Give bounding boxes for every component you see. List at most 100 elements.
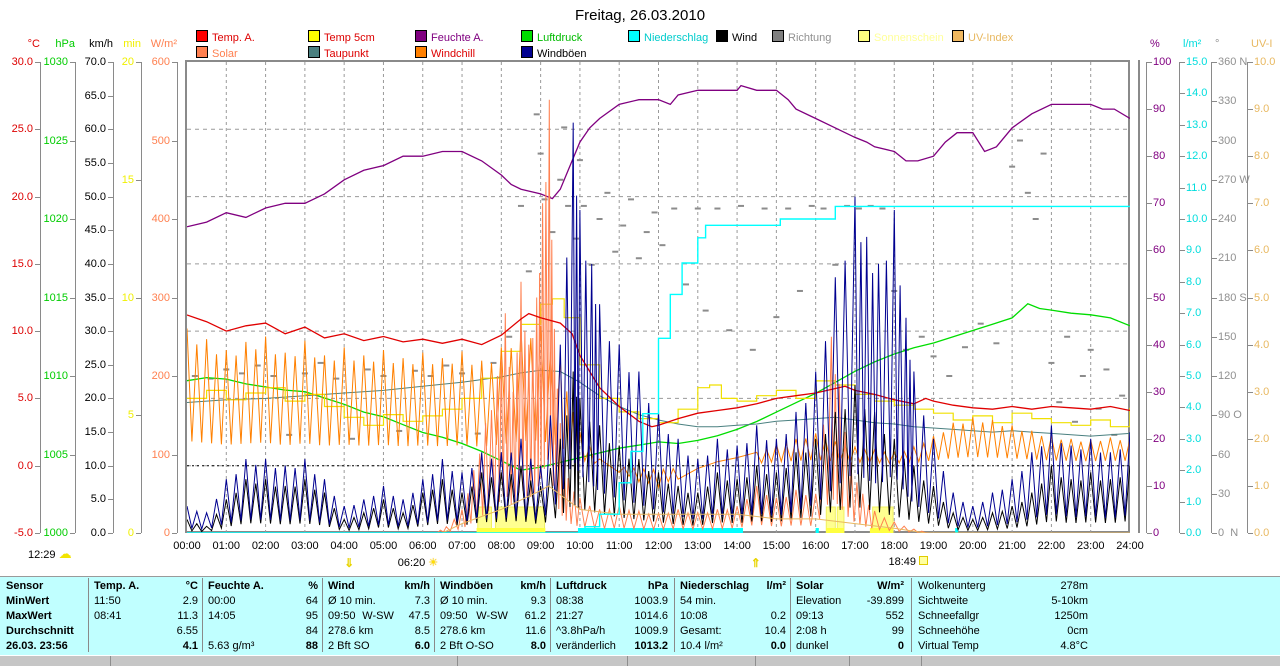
rain-strip: [816, 528, 819, 533]
direction-dash: [683, 283, 689, 285]
legend-label: Sonnenschein: [874, 32, 944, 44]
table-divider: [322, 578, 323, 652]
axis-tick: [1180, 376, 1185, 377]
axis-tick: [1180, 93, 1185, 94]
table-row-label: Durchschnitt: [6, 625, 84, 637]
table-col-header-niederschlag: Niederschlagl/m²: [680, 580, 786, 592]
legend-item-luftdruck[interactable]: Luftdruck: [521, 30, 582, 42]
axis-tick-label: 90 O: [1218, 409, 1258, 421]
axis-tick-label: 5.0: [0, 392, 33, 404]
legend-item-windb-en[interactable]: Windböen: [521, 46, 587, 58]
axis-tick: [1248, 486, 1253, 487]
cell-label: dunkel: [796, 640, 828, 652]
legend-item-niederschlag[interactable]: Niederschlag: [628, 30, 708, 42]
statusbar-divider: [627, 656, 628, 666]
cell-value: km/h: [404, 580, 430, 592]
legend-label: Feuchte A.: [431, 32, 484, 44]
direction-dash: [581, 205, 587, 207]
sunshine-strip: [477, 528, 546, 533]
direction-dash: [542, 198, 548, 200]
table-cell: 09:13552: [796, 610, 904, 622]
time-label: 23:00: [1069, 540, 1113, 552]
table-col-header-windb-en: Windböenkm/h: [440, 580, 546, 592]
axis-tick-label: 600: [135, 56, 170, 68]
moon-set-icon: ⇓: [344, 556, 354, 570]
axis-tick: [108, 264, 113, 265]
axis-tick: [35, 466, 40, 467]
info-row-schneefallgr: Schneefallgr1250m: [918, 610, 1088, 622]
time-label: 11:00: [597, 540, 641, 552]
axis-tick-label: 30: [1218, 488, 1258, 500]
axis-tick: [1147, 203, 1152, 204]
sunrise-time: 06:20: [398, 557, 426, 569]
legend-color-swatch: [308, 46, 320, 58]
axis-tick-label: 10.0: [1254, 56, 1280, 68]
table-row-label: MinWert: [6, 595, 84, 607]
info-value: 0cm: [1067, 625, 1088, 637]
axis-tick-label: 1000: [33, 527, 68, 539]
legend-item-taupunkt[interactable]: Taupunkt: [308, 46, 369, 58]
cell-value: 9.3: [531, 595, 546, 607]
axis-tick-label: 150: [1218, 331, 1258, 343]
direction-dash: [1088, 349, 1094, 351]
cell-label: Feuchte A.: [208, 580, 264, 592]
legend-item-sonnenschein[interactable]: Sonnenschein: [858, 30, 944, 42]
legend-item-solar[interactable]: Solar: [196, 46, 238, 58]
axis-tick-label: 10.0: [0, 325, 33, 337]
legend-item-richtung[interactable]: Richtung: [772, 30, 831, 42]
cell-label: 08:41: [94, 610, 122, 622]
legend-label: Windchill: [431, 48, 475, 60]
direction-dash: [797, 290, 803, 292]
axis-tick-label: 500: [135, 135, 170, 147]
axis-unit-label: W/m²: [143, 38, 177, 50]
table-divider: [88, 578, 89, 652]
axis-tick: [1248, 298, 1253, 299]
axis-tick: [1212, 298, 1217, 299]
cell-label: 00:00: [208, 595, 236, 607]
legend-item-uv-index[interactable]: UV-Index: [952, 30, 1013, 42]
table-cell: 10:080.2: [680, 610, 786, 622]
table-row-label: MaxWert: [6, 610, 84, 622]
weather-chart-canvas[interactable]: [187, 62, 1130, 533]
cell-value: 552: [886, 610, 904, 622]
legend-color-swatch: [628, 30, 640, 42]
cell-label: Durchschnitt: [6, 625, 74, 637]
legend-item-temp-5cm[interactable]: Temp 5cm: [308, 30, 375, 42]
cell-label: ^3.8hPa/h: [556, 625, 605, 637]
statusbar-divider: [110, 656, 111, 666]
axis-line-Wm: [177, 62, 178, 533]
axis-tick-label: 240: [1218, 213, 1258, 225]
cell-label: 10:08: [680, 610, 708, 622]
axis-tick-label: 60: [1218, 449, 1258, 461]
table-cell: dunkel0: [796, 640, 904, 652]
axis-tick: [172, 376, 177, 377]
cell-label: 5.63 g/m³: [208, 640, 254, 652]
legend-item-feuchte-a-[interactable]: Feuchte A.: [415, 30, 484, 42]
info-value: 278m: [1060, 580, 1088, 592]
axis-tick: [1147, 392, 1152, 393]
legend-item-wind[interactable]: Wind: [716, 30, 757, 42]
axis-tick: [108, 466, 113, 467]
axis-tick-label: 270 W: [1218, 174, 1258, 186]
cell-label: Luftdruck: [556, 580, 607, 592]
moon-set-marker: ⇓: [344, 556, 354, 570]
axis-tick: [70, 219, 75, 220]
legend-item-temp-a-[interactable]: Temp. A.: [196, 30, 255, 42]
table-cell: 08:381003.9: [556, 595, 668, 607]
axis-tick-label: 90: [1153, 103, 1193, 115]
axis-tick: [108, 432, 113, 433]
direction-dash: [333, 378, 339, 380]
table-cell: 14:0595: [208, 610, 318, 622]
cell-label: 278.6 km: [440, 625, 485, 637]
direction-dash: [1080, 375, 1086, 377]
axis-tick-label: 1010: [33, 370, 68, 382]
cell-label: Sensor: [6, 580, 43, 592]
cell-value: 1003.9: [634, 595, 668, 607]
direction-dash: [1072, 421, 1078, 423]
legend-item-windchill[interactable]: Windchill: [415, 46, 475, 58]
legend-label: Taupunkt: [324, 48, 369, 60]
table-cell: veränderlich1013.2: [556, 640, 668, 652]
axis-tick-label: 10: [99, 292, 134, 304]
info-label: Virtual Temp: [918, 640, 979, 652]
direction-dash: [604, 192, 610, 194]
